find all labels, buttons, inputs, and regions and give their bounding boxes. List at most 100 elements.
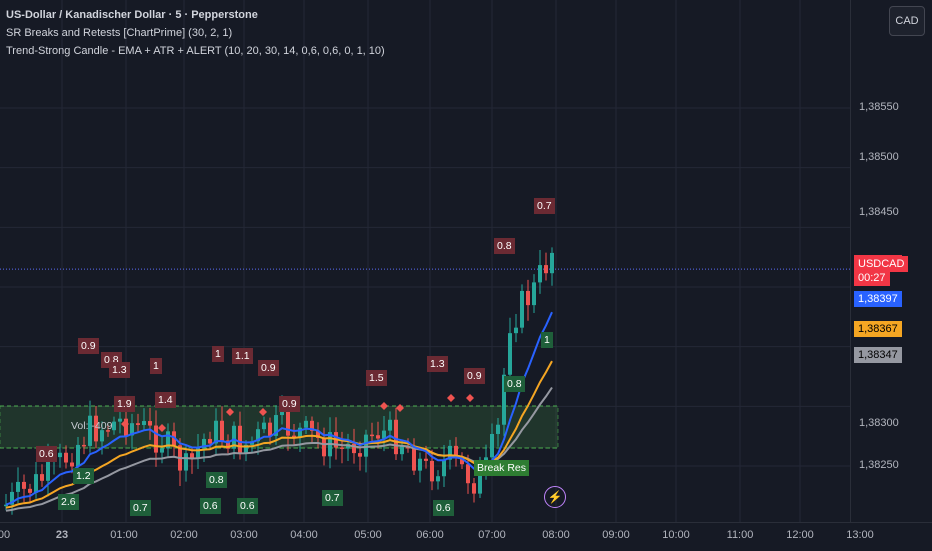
chart-canvas[interactable] — [0, 0, 850, 522]
candle-body — [154, 425, 158, 453]
diamond-marker — [466, 394, 474, 402]
candle-body — [550, 252, 554, 274]
bear-strength-label: 1.5 — [366, 370, 387, 386]
time-tick: 08:00 — [542, 529, 570, 541]
candle-body — [286, 408, 290, 436]
time-tick: 06:00 — [416, 529, 444, 541]
candle-body — [22, 481, 26, 489]
time-tick: 13:00 — [846, 529, 874, 541]
price-tick: 1,38500 — [859, 151, 899, 163]
diamond-marker — [447, 394, 455, 402]
time-tick: 11:00 — [726, 529, 754, 541]
price-tick: 1,38250 — [859, 459, 899, 471]
bear-strength-label: 0.6 — [36, 446, 57, 462]
countdown-tag: 00:27 — [854, 270, 890, 286]
bull-strength-label: 0.8 — [504, 376, 525, 392]
candle-body — [82, 444, 86, 447]
bear-strength-label: 0.7 — [534, 198, 555, 214]
bear-strength-label: 0.8 — [494, 238, 515, 254]
candle-body — [46, 459, 50, 481]
candle-body — [520, 290, 524, 328]
candle-body — [430, 460, 434, 482]
bear-strength-label: 0.9 — [78, 338, 99, 354]
candle-body — [58, 452, 62, 458]
volume-label: Vol: -409 — [71, 420, 113, 432]
candle-body — [142, 421, 146, 425]
bull-strength-label: 0.8 — [206, 472, 227, 488]
bear-strength-label: 0.9 — [279, 396, 300, 412]
time-axis[interactable]: 00 23 01:00 02:00 03:00 04:00 05:00 06:00 07:00 0… — [0, 522, 932, 551]
candle-body — [118, 418, 122, 422]
candle-body — [40, 474, 44, 481]
candle-body — [544, 265, 548, 274]
symbol-title[interactable]: US-Dollar / Kanadischer Dollar · 5 · Pep… — [6, 6, 385, 24]
candle-body — [238, 425, 242, 454]
bear-strength-label: 1.3 — [427, 356, 448, 372]
candle-body — [538, 265, 542, 283]
time-tick: 00 — [0, 529, 11, 541]
time-tick: 04:00 — [290, 529, 318, 541]
candle-body — [70, 462, 74, 467]
ema-fast-tag: 1,38397 — [854, 291, 902, 307]
candle-body — [184, 453, 188, 471]
indicator-sr-breaks[interactable]: SR Breaks and Retests [ChartPrime] (30, … — [6, 24, 385, 42]
lightning-icon[interactable]: ⚡ — [544, 486, 566, 508]
candle-body — [532, 282, 536, 306]
price-tick: 1,38450 — [859, 206, 899, 218]
price-tick: 1,38550 — [859, 101, 899, 113]
candle-body — [64, 452, 68, 463]
bear-strength-label: 1.3 — [109, 362, 130, 378]
candle-body — [472, 483, 476, 494]
candle-body — [400, 446, 404, 455]
bear-strength-label: 1 — [212, 346, 224, 362]
candle-body — [418, 458, 422, 471]
candle-body — [442, 459, 446, 477]
time-tick: 09:00 — [602, 529, 630, 541]
bear-strength-label: 0.9 — [258, 360, 279, 376]
break-res-label: Break Res — [474, 460, 530, 476]
candle-body — [466, 464, 470, 484]
candle-body — [160, 448, 164, 453]
candle-body — [214, 420, 218, 444]
time-tick: 02:00 — [170, 529, 198, 541]
candle-body — [16, 481, 20, 492]
candle-body — [340, 447, 344, 449]
bull-strength-label: 1 — [541, 332, 553, 348]
candle-body — [496, 424, 500, 434]
candle-body — [304, 420, 308, 428]
bull-strength-label: 0.7 — [130, 500, 151, 516]
indicator-trend-strong[interactable]: Trend-Strong Candle - EMA + ATR + ALERT … — [6, 42, 385, 60]
candle-body — [220, 420, 224, 441]
candle-body — [76, 444, 80, 467]
time-tick: 23 — [55, 529, 69, 541]
bear-strength-label: 1.1 — [232, 348, 253, 364]
chart-area[interactable]: 0.9 0.8 1.3 1 1 1.1 0.9 1.4 1.9 0.9 1.5 1.3 0.9 0.8 0.… — [0, 0, 850, 522]
candle-body — [268, 422, 272, 436]
candle-body — [34, 474, 38, 493]
bull-strength-label: 2.6 — [58, 494, 79, 510]
candle-body — [514, 327, 518, 334]
time-tick: 07:00 — [478, 529, 506, 541]
currency-button[interactable]: CAD — [889, 6, 925, 36]
time-tick: 03:00 — [230, 529, 258, 541]
candle-body — [370, 434, 374, 437]
bear-strength-label: 1.4 — [155, 392, 176, 408]
candle-body — [490, 433, 494, 458]
candle-body — [508, 333, 512, 375]
candle-body — [412, 448, 416, 471]
time-tick: 05:00 — [354, 529, 382, 541]
candle-body — [208, 438, 212, 444]
candle-body — [526, 290, 530, 306]
ema-mid-tag: 1,38367 — [854, 321, 902, 337]
candle-body — [148, 421, 152, 426]
symbol-tag: USDCAD — [854, 256, 909, 272]
time-tick: 10:00 — [662, 529, 690, 541]
chart-legend: US-Dollar / Kanadischer Dollar · 5 · Pep… — [6, 6, 385, 60]
price-tick: 1,38300 — [859, 417, 899, 429]
candle-body — [322, 437, 326, 457]
bull-strength-label: 0.6 — [237, 498, 258, 514]
candle-body — [436, 476, 440, 482]
bear-strength-label: 0.9 — [464, 368, 485, 384]
bear-strength-label: 1 — [150, 358, 162, 374]
ema-slow-tag: 1,38347 — [854, 347, 902, 363]
